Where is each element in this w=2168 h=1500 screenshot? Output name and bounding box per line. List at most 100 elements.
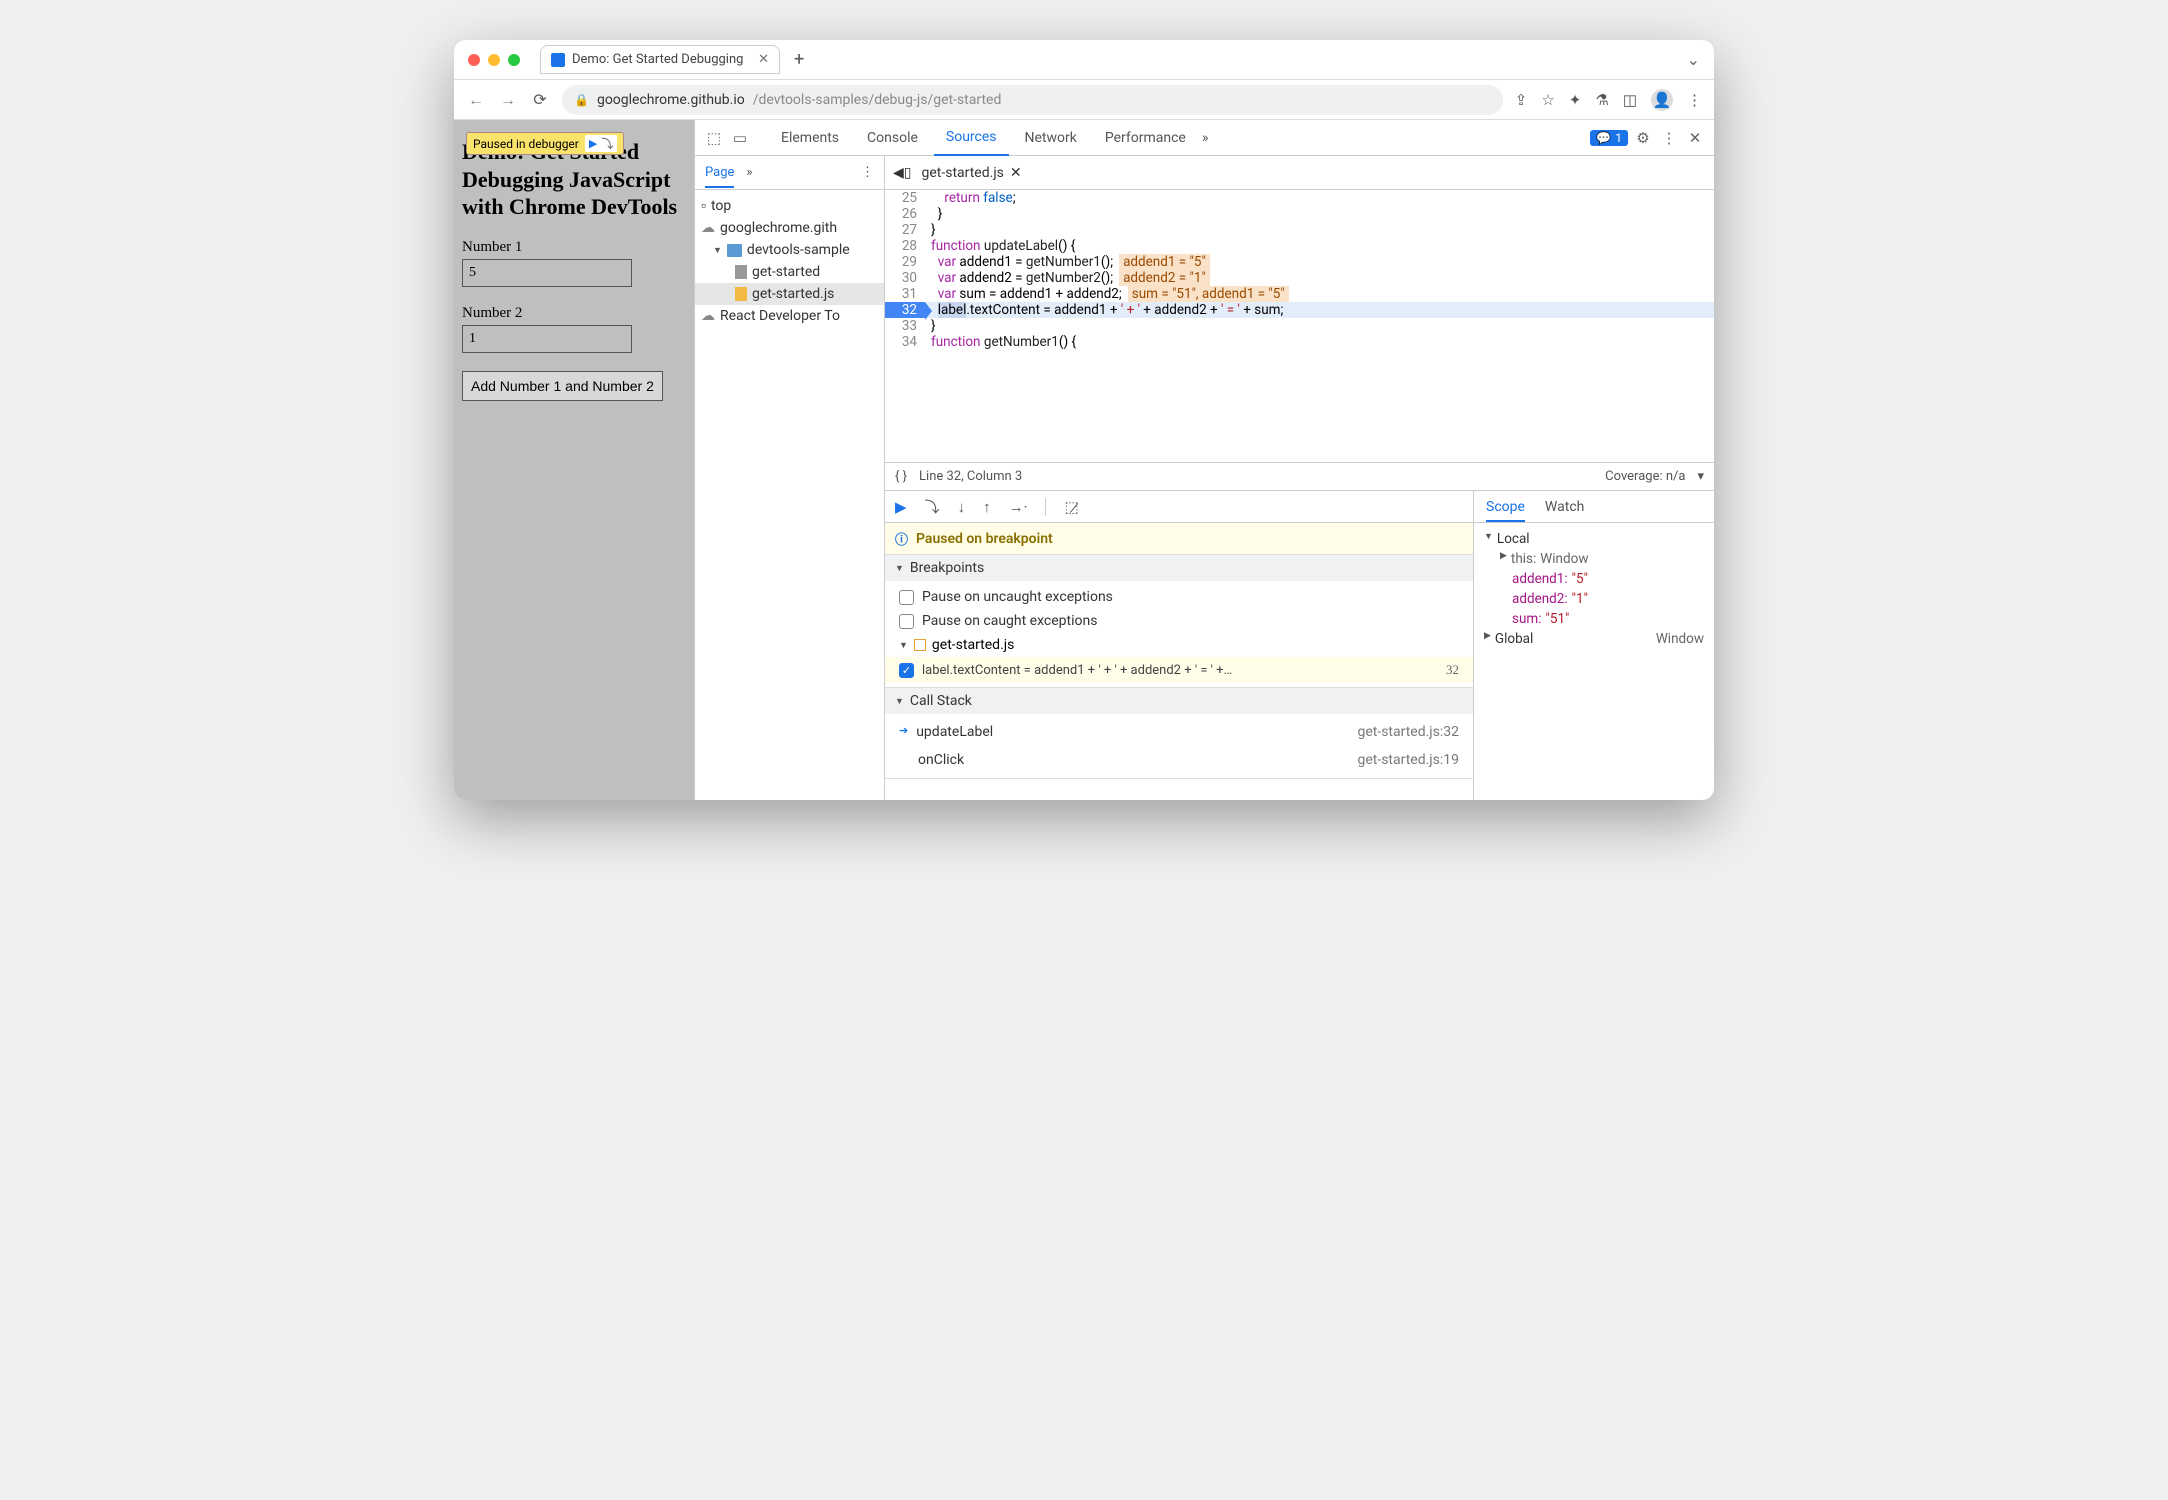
source-tabs: ◀▯ get-started.js ✕ <box>885 156 1714 190</box>
coverage-label: Coverage: n/a <box>1605 469 1685 484</box>
new-tab-button[interactable]: + <box>794 49 804 70</box>
issues-badge[interactable]: 💬 1 <box>1590 130 1628 146</box>
browser-tab[interactable]: Demo: Get Started Debugging ✕ <box>540 45 780 74</box>
share-icon[interactable]: ⇪ <box>1515 91 1528 109</box>
titlebar: Demo: Get Started Debugging ✕ + ⌄ <box>454 40 1714 80</box>
scope-variable[interactable]: addend2: "1" <box>1484 589 1704 609</box>
callstack-frame[interactable]: onClickget-started.js:19 <box>885 746 1473 774</box>
cloud-icon: ☁ <box>701 220 715 236</box>
labs-icon[interactable]: ⚗ <box>1595 91 1608 109</box>
tab-scope[interactable]: Scope <box>1486 499 1525 522</box>
number1-label: Number 1 <box>462 239 686 256</box>
callstack-header[interactable]: ▼Call Stack <box>885 688 1473 714</box>
inspect-icon[interactable]: ⬚ <box>703 129 725 147</box>
profile-icon[interactable]: 👤 <box>1651 89 1673 111</box>
more-tabs-icon[interactable]: » <box>1202 130 1209 146</box>
navigator-more-icon[interactable]: » <box>746 165 752 180</box>
pause-uncaught-checkbox[interactable]: Pause on uncaught exceptions <box>885 585 1473 609</box>
page-viewport: Paused in debugger ▶ ⤵ Demo: Get Started… <box>454 120 694 800</box>
tree-top[interactable]: ▫ top <box>695 194 884 217</box>
scope-this[interactable]: ▶this: Window <box>1484 549 1704 569</box>
sidepanel-icon[interactable]: ◫ <box>1623 91 1637 109</box>
tab-performance[interactable]: Performance <box>1093 120 1198 156</box>
url-input[interactable]: 🔒 googlechrome.github.io/devtools-sample… <box>562 85 1503 115</box>
forward-button[interactable]: → <box>498 90 518 110</box>
code-editor[interactable]: 25 return false;26 }27}28function update… <box>885 190 1714 462</box>
step-icon[interactable]: →· <box>1009 498 1028 516</box>
callstack-frame[interactable]: ➔updateLabelget-started.js:32 <box>885 718 1473 746</box>
deactivate-breakpoints-icon[interactable]: ⬚̷ <box>1064 498 1078 516</box>
url-host: googlechrome.github.io <box>597 92 745 108</box>
scope-tabs: Scope Watch <box>1474 491 1714 523</box>
settings-icon[interactable]: ⚙ <box>1632 129 1654 147</box>
step-into-icon[interactable]: ↓ <box>958 498 966 516</box>
tree-domain[interactable]: ☁googlechrome.gith <box>695 217 884 239</box>
tab-elements[interactable]: Elements <box>769 120 851 156</box>
minimize-window-icon[interactable] <box>488 54 500 66</box>
content-area: Paused in debugger ▶ ⤵ Demo: Get Started… <box>454 120 1714 800</box>
toggle-navigator-icon[interactable]: ◀▯ <box>893 165 911 181</box>
breakpoints-header[interactable]: ▼Breakpoints <box>885 555 1473 581</box>
favicon-icon <box>551 53 565 67</box>
device-icon[interactable]: ▭ <box>729 129 751 147</box>
step-over-icon[interactable]: ⤵ <box>925 496 940 517</box>
overlay-resume-icon[interactable]: ▶ <box>589 137 597 150</box>
devtools-menu-icon[interactable]: ⋮ <box>1658 129 1680 147</box>
navigator-tab-page[interactable]: Page <box>705 165 734 188</box>
resume-icon[interactable]: ▶ <box>895 498 907 516</box>
breakpoint-file[interactable]: ▼get-started.js <box>885 633 1473 657</box>
address-bar: ← → ⟳ 🔒 googlechrome.github.io/devtools-… <box>454 80 1714 120</box>
window-controls <box>468 54 520 66</box>
devtools-close-icon[interactable]: ✕ <box>1684 129 1706 147</box>
overlay-step-icon[interactable]: ⤵ <box>601 135 613 152</box>
tab-close-icon[interactable]: ✕ <box>758 52 769 67</box>
format-icon[interactable]: { } <box>895 469 907 484</box>
tree-file-html[interactable]: get-started <box>695 261 884 283</box>
scope-variable[interactable]: sum: "51" <box>1484 609 1704 629</box>
number2-input[interactable] <box>462 325 632 353</box>
menu-icon[interactable]: ⋮ <box>1687 91 1702 109</box>
coverage-dropdown-icon[interactable]: ▾ <box>1697 469 1704 484</box>
navigator-menu-icon[interactable]: ⋮ <box>861 165 874 180</box>
tree-extension[interactable]: ☁React Developer To <box>695 305 884 327</box>
back-button[interactable]: ← <box>466 90 486 110</box>
extensions-icon[interactable]: ✦ <box>1569 91 1582 109</box>
devtools-tabs: ⬚ ▭ Elements Console Sources Network Per… <box>695 120 1714 156</box>
add-button[interactable]: Add Number 1 and Number 2 <box>462 371 663 401</box>
browser-window: Demo: Get Started Debugging ✕ + ⌄ ← → ⟳ … <box>454 40 1714 800</box>
tab-sources[interactable]: Sources <box>934 120 1009 156</box>
debugger-toolbar: ▶ ⤵ ↓ ↑ →· ⬚̷ <box>885 491 1473 523</box>
tab-watch[interactable]: Watch <box>1545 499 1584 515</box>
tab-console[interactable]: Console <box>855 120 930 156</box>
scope-variable[interactable]: addend1: "5" <box>1484 569 1704 589</box>
reload-button[interactable]: ⟳ <box>530 90 550 109</box>
breakpoint-line[interactable]: ✓label.textContent = addend1 + ' + ' + a… <box>885 657 1473 683</box>
source-file-tab[interactable]: get-started.js ✕ <box>921 165 1021 181</box>
url-path: /devtools-samples/debug-js/get-started <box>753 92 1002 108</box>
tabs-dropdown-icon[interactable]: ⌄ <box>1687 50 1700 69</box>
file-js-icon <box>735 287 747 301</box>
file-tree: ▫ top ☁googlechrome.gith ▼devtools-sampl… <box>695 190 884 331</box>
debugger-overlay: Paused in debugger ▶ ⤵ <box>466 132 624 155</box>
tree-folder[interactable]: ▼devtools-sample <box>695 239 884 261</box>
tab-title: Demo: Get Started Debugging <box>572 52 743 67</box>
pause-caught-checkbox[interactable]: Pause on caught exceptions <box>885 609 1473 633</box>
tree-file-js[interactable]: get-started.js <box>695 283 884 305</box>
toolbar-icons: ⇪ ☆ ✦ ⚗ ◫ 👤 ⋮ <box>1515 89 1702 111</box>
editor-status-bar: { } Line 32, Column 3 Coverage: n/a ▾ <box>885 462 1714 490</box>
file-tab-close-icon[interactable]: ✕ <box>1010 165 1022 181</box>
chevron-down-icon: ▼ <box>713 245 722 256</box>
paused-banner: ⓘ Paused on breakpoint <box>885 523 1473 555</box>
tab-network[interactable]: Network <box>1013 120 1089 156</box>
scope-global[interactable]: ▶GlobalWindow <box>1484 629 1704 649</box>
lock-icon: 🔒 <box>574 93 589 107</box>
maximize-window-icon[interactable] <box>508 54 520 66</box>
close-window-icon[interactable] <box>468 54 480 66</box>
source-pane: ◀▯ get-started.js ✕ 25 return false;26 }… <box>885 156 1714 800</box>
number2-label: Number 2 <box>462 305 686 322</box>
step-out-icon[interactable]: ↑ <box>983 498 991 516</box>
overlay-text: Paused in debugger <box>473 137 579 151</box>
number1-input[interactable] <box>462 259 632 287</box>
scope-local[interactable]: ▼Local <box>1484 529 1704 549</box>
bookmark-icon[interactable]: ☆ <box>1541 91 1554 109</box>
